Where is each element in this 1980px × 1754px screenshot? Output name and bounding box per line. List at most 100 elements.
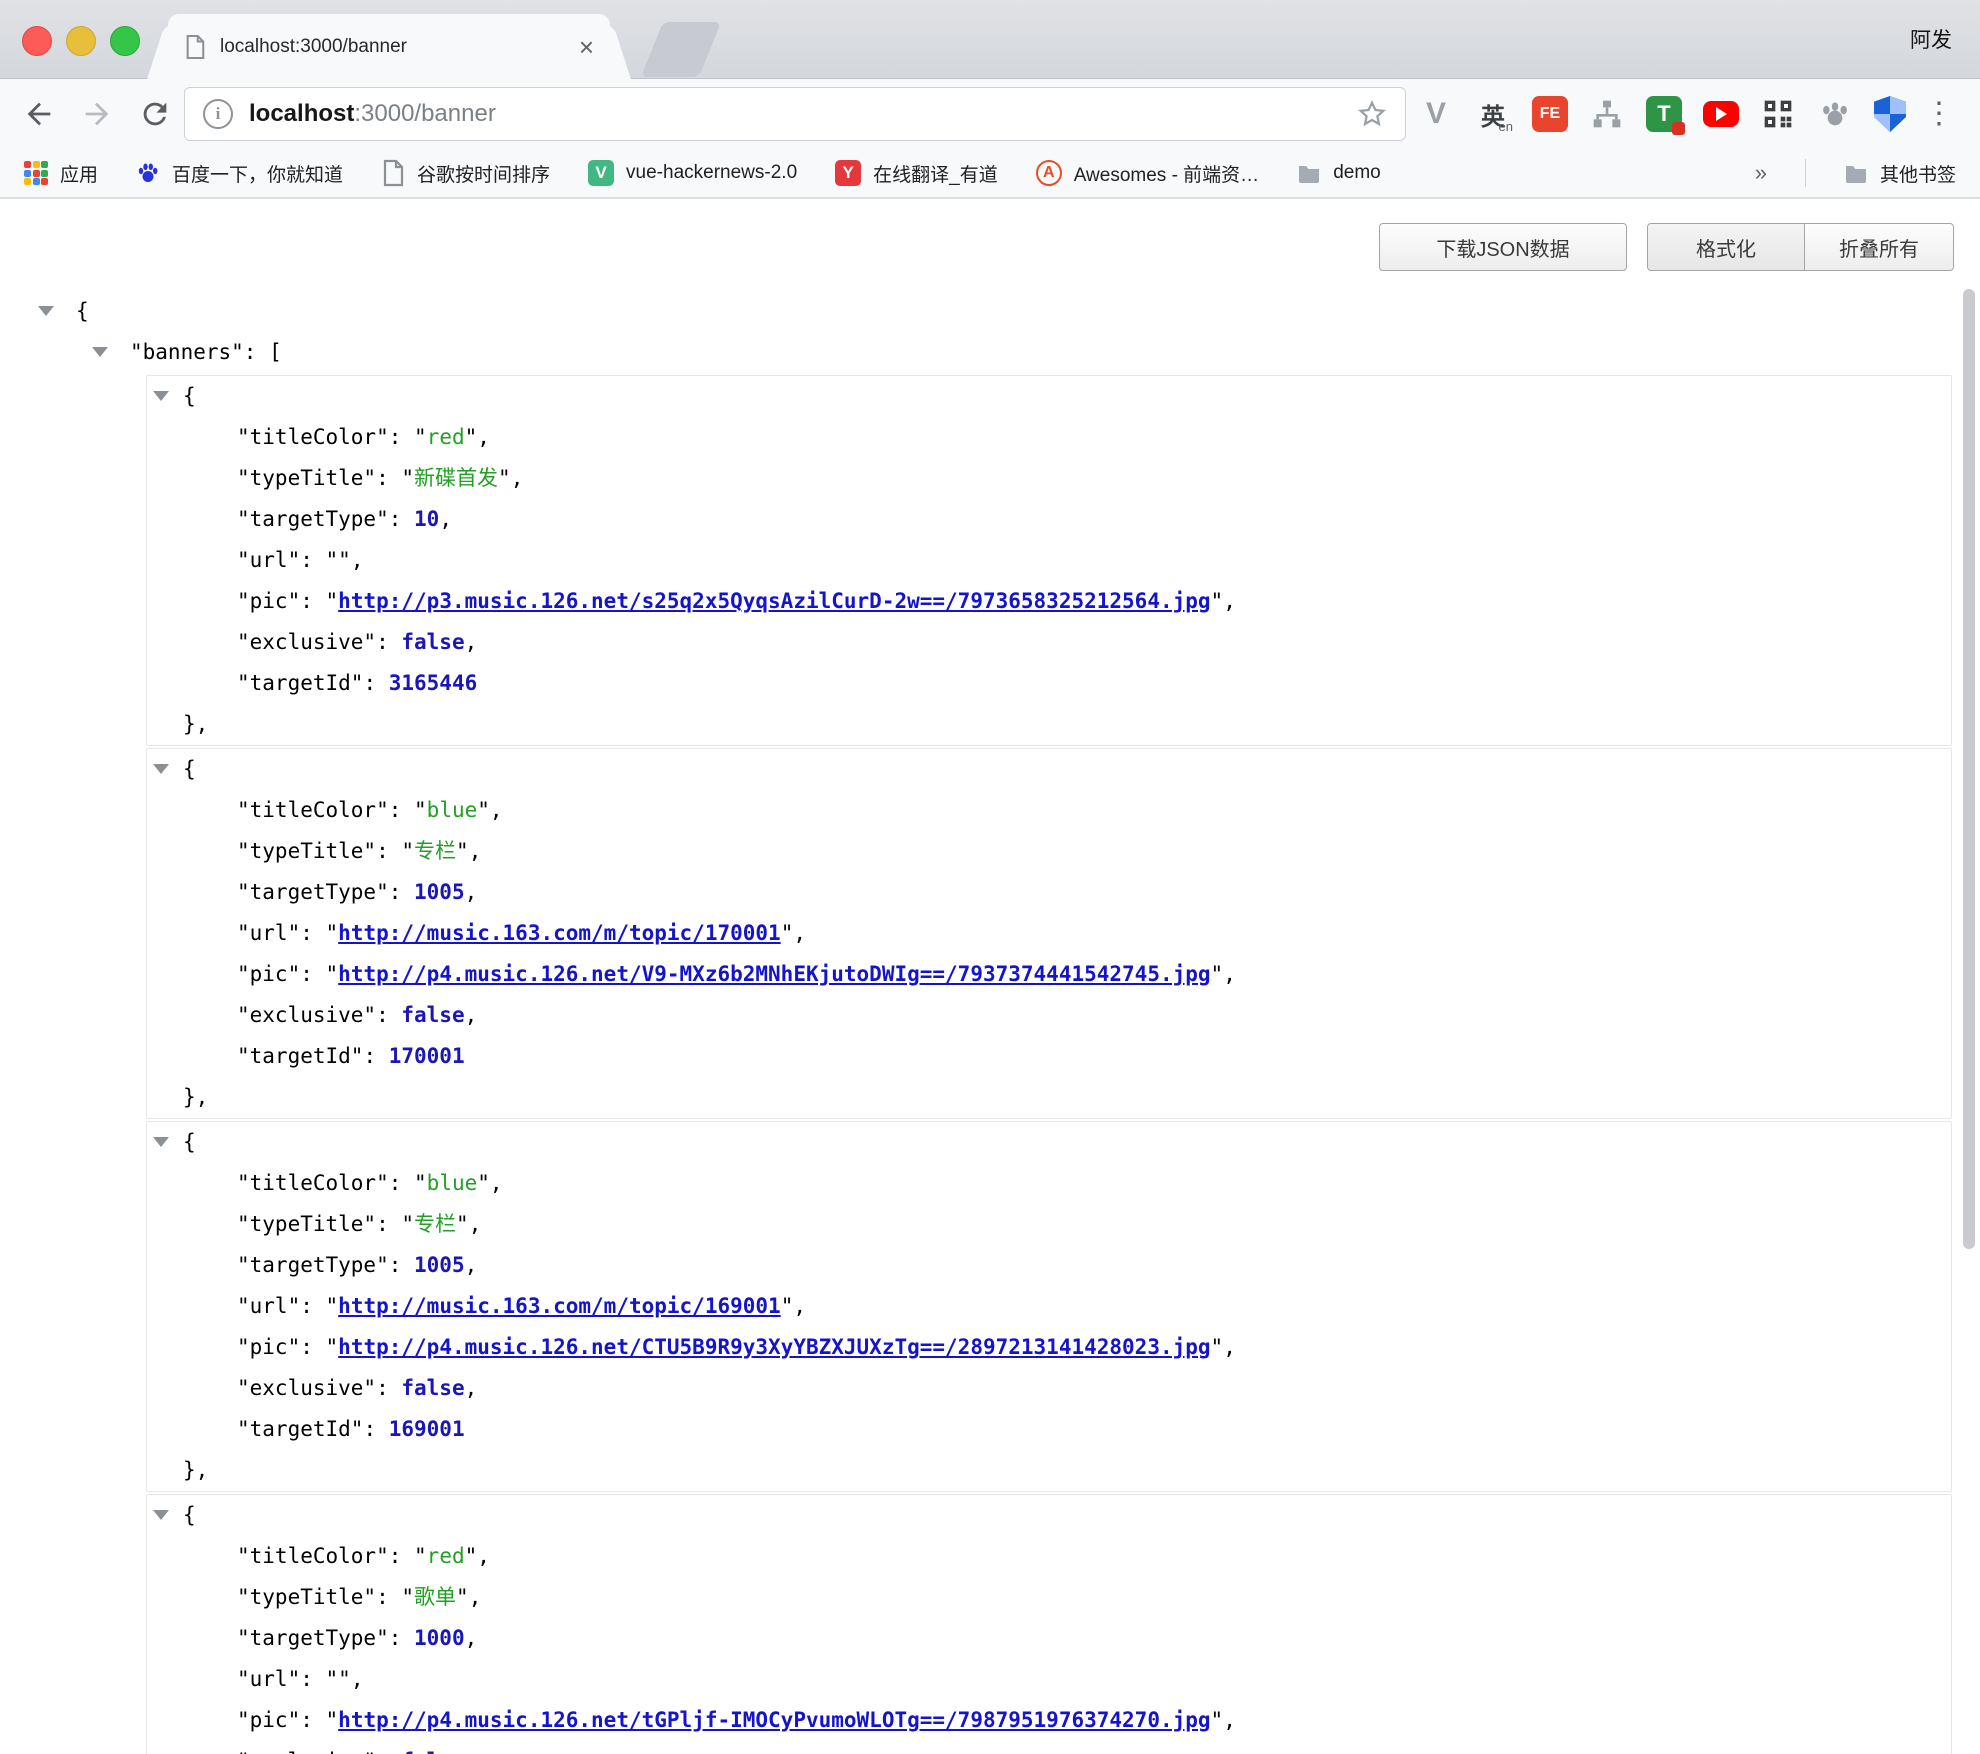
- json-property-line: "titleColor": "red",: [147, 417, 1951, 458]
- folder-icon: [1297, 161, 1321, 185]
- window-zoom-button[interactable]: [110, 26, 140, 56]
- bookmark-label: 其他书签: [1880, 160, 1956, 187]
- page-actions: 下载JSON数据 格式化 折叠所有: [1379, 223, 1954, 271]
- json-url-link[interactable]: http://p4.music.126.net/tGPljf-IMOCyPvum…: [338, 1708, 1210, 1732]
- url-host: localhost: [249, 100, 354, 127]
- t-shield-extension-icon[interactable]: T: [1646, 96, 1682, 132]
- browser-tab[interactable]: localhost:3000/banner ×: [168, 14, 610, 79]
- bookmark-label: 谷歌按时间排序: [417, 160, 550, 187]
- bookmark-vue-hackernews[interactable]: V vue-hackernews-2.0: [588, 160, 797, 186]
- translate-extension-icon[interactable]: 英en: [1475, 96, 1511, 132]
- json-property-line: "targetType": 1005,: [147, 1245, 1951, 1286]
- json-property-line: "url": "http://music.163.com/m/topic/170…: [147, 913, 1951, 954]
- json-property-line: "targetId": 3165446: [147, 663, 1951, 704]
- json-line: },: [147, 1077, 1951, 1118]
- bookmark-demo-folder[interactable]: demo: [1297, 161, 1381, 185]
- fe-extension-icon[interactable]: FE: [1532, 96, 1568, 132]
- profile-name: 阿发: [1910, 24, 1952, 54]
- tab-title: localhost:3000/banner: [220, 36, 569, 58]
- json-property-line: "exclusive": false: [147, 1741, 1951, 1754]
- bookmark-baidu[interactable]: 百度一下，你就知道: [136, 160, 343, 187]
- json-line: {: [147, 749, 1951, 790]
- play-icon: [1716, 107, 1727, 121]
- bookmark-youdao-translate[interactable]: Y 在线翻译_有道: [835, 160, 998, 187]
- page-info-icon[interactable]: i: [203, 99, 233, 129]
- address-bar[interactable]: i localhost:3000/banner: [184, 87, 1406, 141]
- reload-button[interactable]: [138, 97, 172, 131]
- format-button-group: 格式化 折叠所有: [1647, 223, 1954, 271]
- json-line: {: [147, 376, 1951, 417]
- json-url-link[interactable]: http://music.163.com/m/topic/169001: [338, 1294, 781, 1318]
- collapse-caret-icon[interactable]: [153, 1137, 169, 1147]
- paw-extension-icon[interactable]: [1817, 96, 1853, 132]
- bookmarks-bar: 应用 百度一下，你就知道 谷歌按时间排序 V vue-hackernews-2.…: [0, 149, 1980, 199]
- collapse-caret-icon[interactable]: [153, 391, 169, 401]
- bookmark-label: 应用: [60, 160, 98, 187]
- json-line: {: [0, 291, 1980, 332]
- vue-icon: V: [588, 160, 614, 186]
- baidu-paw-icon: [136, 161, 160, 185]
- url-path: :3000/banner: [354, 100, 495, 127]
- json-url-link[interactable]: http://p3.music.126.net/s25q2x5QyqsAzilC…: [338, 589, 1210, 613]
- json-property-line: "targetType": 10,: [147, 499, 1951, 540]
- collapse-caret-icon[interactable]: [153, 764, 169, 774]
- collapse-all-button[interactable]: 折叠所有: [1805, 223, 1954, 271]
- bookmark-google-sort[interactable]: 谷歌按时间排序: [381, 160, 550, 187]
- forward-button[interactable]: [80, 97, 114, 131]
- org-chart-extension-icon[interactable]: [1589, 96, 1625, 132]
- bookmark-other-bookmarks[interactable]: 其他书签: [1844, 160, 1956, 187]
- qr-code-extension-icon[interactable]: [1760, 96, 1796, 132]
- json-url-link[interactable]: http://p4.music.126.net/V9-MXz6b2MNhEKju…: [338, 962, 1210, 986]
- translate-en-glyph: en: [1499, 119, 1513, 134]
- json-property-line: "exclusive": false,: [147, 1368, 1951, 1409]
- json-property-line: "pic": "http://p4.music.126.net/tGPljf-I…: [147, 1700, 1951, 1741]
- json-url-link[interactable]: http://p4.music.126.net/CTU5B9R9y3XyYBZX…: [338, 1335, 1210, 1359]
- json-property-line: "targetType": 1005,: [147, 872, 1951, 913]
- window-close-button[interactable]: [22, 26, 52, 56]
- tab-close-icon[interactable]: ×: [579, 34, 594, 60]
- bookmark-apps[interactable]: 应用: [24, 160, 98, 187]
- window-minimize-button[interactable]: [66, 26, 96, 56]
- collapse-caret-icon[interactable]: [38, 306, 54, 316]
- browser-menu-icon[interactable]: ⋮: [1924, 97, 1954, 131]
- blue-shield-extension-icon[interactable]: [1874, 96, 1906, 132]
- youtube-extension-icon[interactable]: [1703, 101, 1739, 127]
- vimium-extension-icon[interactable]: V: [1418, 96, 1454, 132]
- bookmark-label: demo: [1333, 162, 1381, 184]
- json-property-line: "url": "",: [147, 1659, 1951, 1700]
- scrollbar-thumb[interactable]: [1963, 289, 1975, 1249]
- json-property-line: "titleColor": "blue",: [147, 1163, 1951, 1204]
- bookmark-label: Awesomes - 前端资…: [1074, 160, 1259, 187]
- back-button[interactable]: [22, 97, 56, 131]
- new-tab-button[interactable]: [641, 22, 721, 77]
- page-favicon-icon: [184, 34, 206, 60]
- download-json-button[interactable]: 下载JSON数据: [1379, 223, 1627, 271]
- bookmark-label: vue-hackernews-2.0: [626, 162, 797, 184]
- address-url: localhost:3000/banner: [249, 100, 496, 128]
- collapse-caret-icon[interactable]: [153, 1510, 169, 1520]
- json-property-line: "url": "",: [147, 540, 1951, 581]
- bookmark-awesomes[interactable]: A Awesomes - 前端资…: [1036, 160, 1259, 187]
- format-button[interactable]: 格式化: [1647, 223, 1805, 271]
- bookmarks-overflow-icon[interactable]: »: [1755, 160, 1767, 186]
- extensions-area: V 英en FE T: [1418, 96, 1906, 132]
- json-property-line: "pic": "http://p4.music.126.net/CTU5B9R9…: [147, 1327, 1951, 1368]
- json-line: {: [147, 1495, 1951, 1536]
- json-property-line: "titleColor": "red",: [147, 1536, 1951, 1577]
- json-object-box: {"titleColor": "red","typeTitle": "歌单","…: [146, 1494, 1952, 1754]
- json-property-line: "pic": "http://p4.music.126.net/V9-MXz6b…: [147, 954, 1951, 995]
- json-object-box: {"titleColor": "blue","typeTitle": "专栏",…: [146, 748, 1952, 1119]
- json-url-link[interactable]: http://music.163.com/m/topic/170001: [338, 921, 781, 945]
- json-property-line: "targetId": 169001: [147, 1409, 1951, 1450]
- collapse-caret-icon[interactable]: [92, 347, 108, 357]
- bookmark-star-icon[interactable]: [1357, 99, 1387, 129]
- folder-icon: [1844, 161, 1868, 185]
- bookmarks-separator: [1805, 159, 1806, 187]
- json-object-box: {"titleColor": "red","typeTitle": "新碟首发"…: [146, 375, 1952, 746]
- json-property-line: "pic": "http://p3.music.126.net/s25q2x5Q…: [147, 581, 1951, 622]
- page-content: 下载JSON数据 格式化 折叠所有 {"banners": [{"titleCo…: [0, 201, 1980, 1754]
- json-property-line: "exclusive": false,: [147, 995, 1951, 1036]
- apps-grid-icon: [24, 161, 48, 185]
- json-tree: {"banners": [{"titleColor": "red","typeT…: [0, 291, 1980, 1754]
- shield-badge: [1672, 122, 1685, 135]
